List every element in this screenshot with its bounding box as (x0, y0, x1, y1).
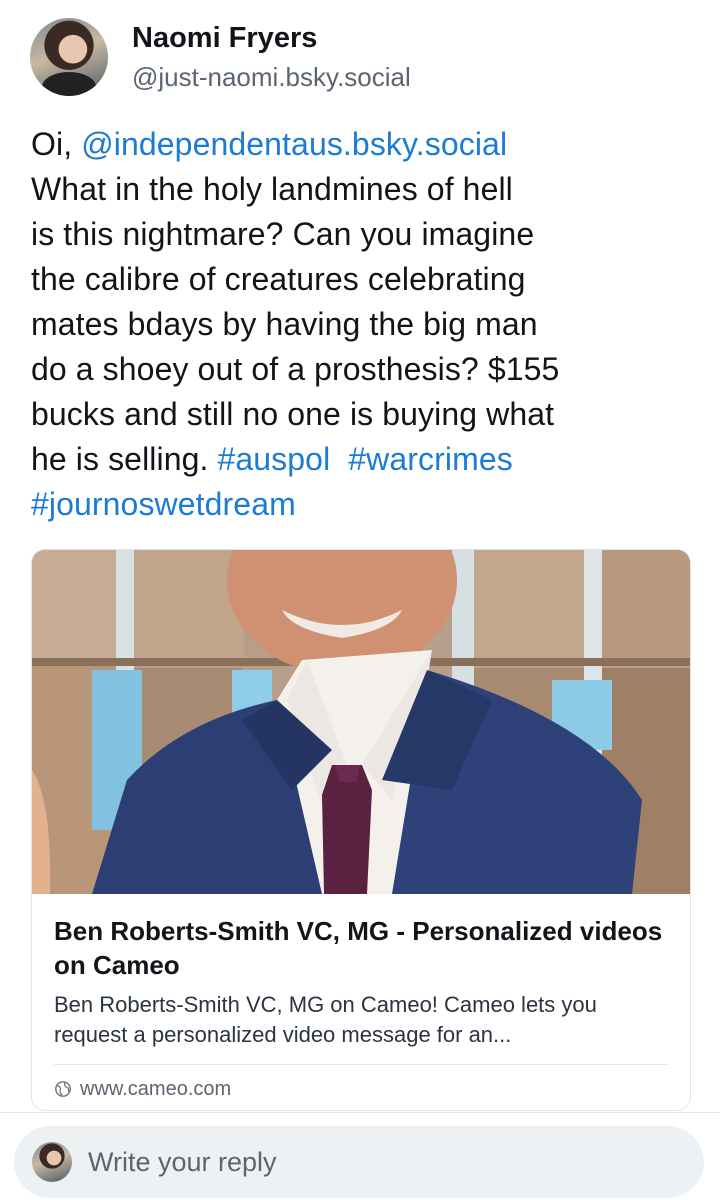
link-preview-image (32, 550, 690, 894)
reply-composer[interactable]: Write your reply (14, 1126, 704, 1198)
author-handle[interactable]: @just-naomi.bsky.social (132, 60, 411, 94)
hashtag-journoswetdream[interactable]: #journoswetdream (31, 486, 296, 522)
post-line: bucks and still no one is buying what (31, 396, 555, 432)
link-preview-card[interactable]: Ben Roberts-Smith VC, MG - Personalized … (31, 549, 691, 1111)
post-text: Oi, @independentaus.bsky.social What in … (31, 122, 693, 527)
post-line: What in the holy landmines of hell (31, 171, 513, 207)
current-user-avatar (32, 1142, 72, 1182)
post-line: the calibre of creatures celebrating (31, 261, 526, 297)
post-line: do a shoey out of a prosthesis? $155 (31, 351, 560, 387)
post-header: Naomi Fryers @just-naomi.bsky.social (30, 18, 411, 96)
author-info: Naomi Fryers @just-naomi.bsky.social (132, 20, 411, 94)
link-preview-title[interactable]: Ben Roberts-Smith VC, MG - Personalized … (54, 914, 674, 982)
composer-divider (0, 1112, 720, 1113)
link-preview-description: Ben Roberts-Smith VC, MG on Cameo! Cameo… (54, 992, 597, 1047)
post-greeting: Oi, (31, 126, 82, 162)
link-preview-separator (54, 1064, 668, 1065)
link-preview-domain-text: www.cameo.com (80, 1078, 232, 1100)
mention-link[interactable]: @independentaus.bsky.social (81, 126, 507, 162)
reply-placeholder[interactable]: Write your reply (88, 1147, 277, 1178)
post-line: mates bdays by having the big man (31, 306, 538, 342)
post-line: is this nightmare? Can you imagine (31, 216, 535, 252)
author-avatar[interactable] (30, 18, 108, 96)
post-line: he is selling. (31, 441, 218, 477)
link-preview-body: Ben Roberts-Smith VC, MG - Personalized … (32, 894, 690, 1110)
author-display-name[interactable]: Naomi Fryers (132, 20, 411, 56)
hashtag-warcrimes[interactable]: #warcrimes (348, 441, 513, 477)
globe-icon (55, 1081, 71, 1097)
hashtag-auspol[interactable]: #auspol (217, 441, 330, 477)
link-preview-domain: www.cameo.com (54, 1074, 231, 1104)
